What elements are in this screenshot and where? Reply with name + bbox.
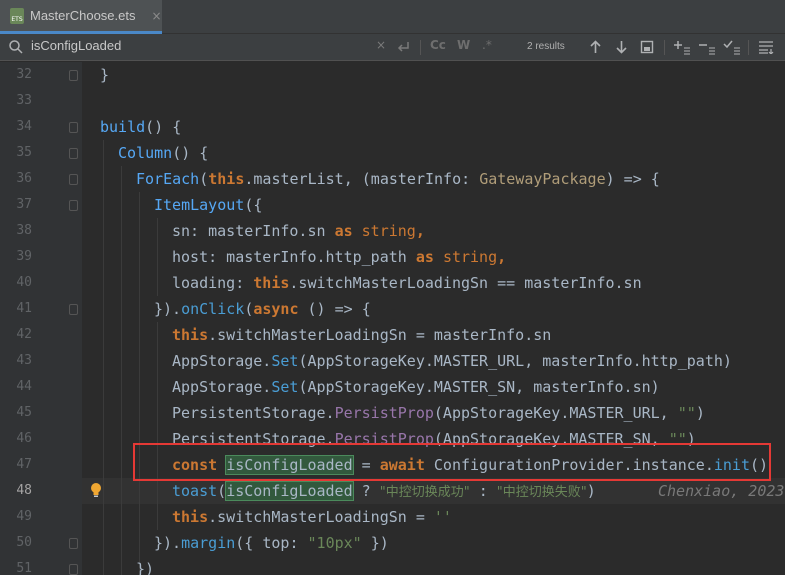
code-text: ItemLayout({ xyxy=(154,196,263,214)
code-text: } xyxy=(100,66,110,84)
code-line: 49 this.switchMasterLoadingSn = '' xyxy=(0,504,785,530)
fold-marker-icon[interactable] xyxy=(69,564,78,575)
line-number: 40 xyxy=(16,275,32,290)
code-text: AppStorage.Set(AppStorageKey.MASTER_URL,… xyxy=(172,352,732,370)
line-number: 50 xyxy=(16,535,32,550)
code-line: 39 host: masterInfo.http_path as string, xyxy=(0,244,785,270)
search-input[interactable]: isConfigLoaded xyxy=(31,38,121,53)
editor-tab-bar: ETS MasterChoose.ets × xyxy=(0,0,785,34)
separator xyxy=(664,40,665,55)
ets-file-icon: ETS xyxy=(10,7,24,24)
code-text: this.switchMasterLoadingSn = masterInfo.… xyxy=(172,326,552,344)
code-line: 46 PersistentStorage.PersistProp(AppStor… xyxy=(0,426,785,452)
code-text: }).onClick(async () => { xyxy=(154,300,371,318)
line-number: 48 xyxy=(16,483,32,498)
find-bar: isConfigLoaded × Cc W .* 2 results xyxy=(0,34,785,61)
select-all-icon[interactable] xyxy=(723,39,741,55)
tab-masterchoose[interactable]: ETS MasterChoose.ets × xyxy=(0,0,162,34)
code-line: 47 const isConfigLoaded = await Configur… xyxy=(0,452,785,478)
fold-marker-icon[interactable] xyxy=(69,70,78,81)
line-number: 44 xyxy=(16,379,32,394)
line-number: 36 xyxy=(16,171,32,186)
code-line: 40 loading: this.switchMasterLoadingSn =… xyxy=(0,270,785,296)
code-text: host: masterInfo.http_path as string, xyxy=(172,248,507,266)
line-number: 35 xyxy=(16,145,32,160)
clear-search-icon[interactable]: × xyxy=(376,38,386,52)
search-match[interactable]: isConfigLoaded xyxy=(225,455,354,475)
line-number: 39 xyxy=(16,249,32,264)
lightbulb-icon[interactable] xyxy=(90,482,102,498)
code-text: AppStorage.Set(AppStorageKey.MASTER_SN, … xyxy=(172,378,660,396)
code-text: ForEach(this.masterList, (masterInfo: Ga… xyxy=(136,170,660,188)
code-text: }) xyxy=(136,560,155,575)
code-text: PersistentStorage.PersistProp(AppStorage… xyxy=(172,430,696,448)
code-line: 43 AppStorage.Set(AppStorageKey.MASTER_U… xyxy=(0,348,785,374)
match-case-toggle[interactable]: Cc xyxy=(430,38,446,52)
code-line: 48 toast(isConfigLoaded ? "中控切换成功" : "中控… xyxy=(0,478,785,504)
fold-marker-icon[interactable] xyxy=(69,304,78,315)
code-line: 50 }).margin({ top: "10px" }) xyxy=(0,530,785,556)
filter-icon[interactable] xyxy=(758,40,774,54)
regex-toggle[interactable]: .* xyxy=(482,38,492,52)
line-number: 33 xyxy=(16,93,32,108)
words-toggle[interactable]: W xyxy=(457,38,470,52)
code-text: Column() { xyxy=(118,144,209,162)
line-number: 47 xyxy=(16,457,32,472)
git-blame-annotation: Chenxiao, 2023 xyxy=(658,482,785,500)
line-number: 43 xyxy=(16,353,32,368)
line-number: 34 xyxy=(16,119,32,134)
line-number: 38 xyxy=(16,223,32,238)
add-selection-icon[interactable] xyxy=(673,39,691,55)
line-number: 32 xyxy=(16,67,32,82)
tab-title: MasterChoose.ets xyxy=(30,8,136,23)
code-line: 34 build() { xyxy=(0,114,785,140)
previous-occurrence-icon[interactable] xyxy=(589,40,602,54)
code-text: build() { xyxy=(100,118,182,136)
code-text: loading: this.switchMasterLoadingSn == m… xyxy=(172,274,642,292)
search-icon[interactable] xyxy=(8,39,24,55)
next-occurrence-icon[interactable] xyxy=(615,40,628,54)
code-text: const isConfigLoaded = await Configurati… xyxy=(172,455,769,475)
code-text: PersistentStorage.PersistProp(AppStorage… xyxy=(172,404,705,422)
line-number: 49 xyxy=(16,509,32,524)
code-line: 42 this.switchMasterLoadingSn = masterIn… xyxy=(0,322,785,348)
code-line: 33 xyxy=(0,88,785,114)
line-number: 45 xyxy=(16,405,32,420)
line-number: 51 xyxy=(16,561,32,575)
code-line: 51 }) xyxy=(0,556,785,575)
close-icon[interactable]: × xyxy=(152,9,162,23)
search-results-count: 2 results xyxy=(527,41,565,52)
select-all-occurrences-icon[interactable] xyxy=(640,40,654,54)
new-line-icon[interactable] xyxy=(397,41,411,54)
line-number: 46 xyxy=(16,431,32,446)
separator xyxy=(420,40,421,55)
code-editor[interactable]: 32 } 33 34 build() { 35 Column() { 36 Fo… xyxy=(0,62,785,575)
code-line: 37 ItemLayout({ xyxy=(0,192,785,218)
code-line: 38 sn: masterInfo.sn as string, xyxy=(0,218,785,244)
fold-marker-icon[interactable] xyxy=(69,122,78,133)
fold-marker-icon[interactable] xyxy=(69,174,78,185)
code-line: 35 Column() { xyxy=(0,140,785,166)
code-text: toast(isConfigLoaded ? "中控切换成功" : "中控切换失… xyxy=(172,481,596,501)
remove-selection-icon[interactable] xyxy=(698,39,716,55)
code-line: 44 AppStorage.Set(AppStorageKey.MASTER_S… xyxy=(0,374,785,400)
code-line: 32 } xyxy=(0,62,785,88)
separator xyxy=(748,40,749,55)
code-text: }).margin({ top: "10px" }) xyxy=(154,534,389,552)
fold-marker-icon[interactable] xyxy=(69,538,78,549)
line-number: 37 xyxy=(16,197,32,212)
code-text: this.switchMasterLoadingSn = '' xyxy=(172,508,452,526)
code-text: sn: masterInfo.sn as string, xyxy=(172,222,425,240)
line-number: 42 xyxy=(16,327,32,342)
code-line: 45 PersistentStorage.PersistProp(AppStor… xyxy=(0,400,785,426)
fold-marker-icon[interactable] xyxy=(69,200,78,211)
code-line: 36 ForEach(this.masterList, (masterInfo:… xyxy=(0,166,785,192)
search-match[interactable]: isConfigLoaded xyxy=(225,481,354,501)
line-number: 41 xyxy=(16,301,32,316)
code-line: 41 }).onClick(async () => { xyxy=(0,296,785,322)
fold-marker-icon[interactable] xyxy=(69,148,78,159)
